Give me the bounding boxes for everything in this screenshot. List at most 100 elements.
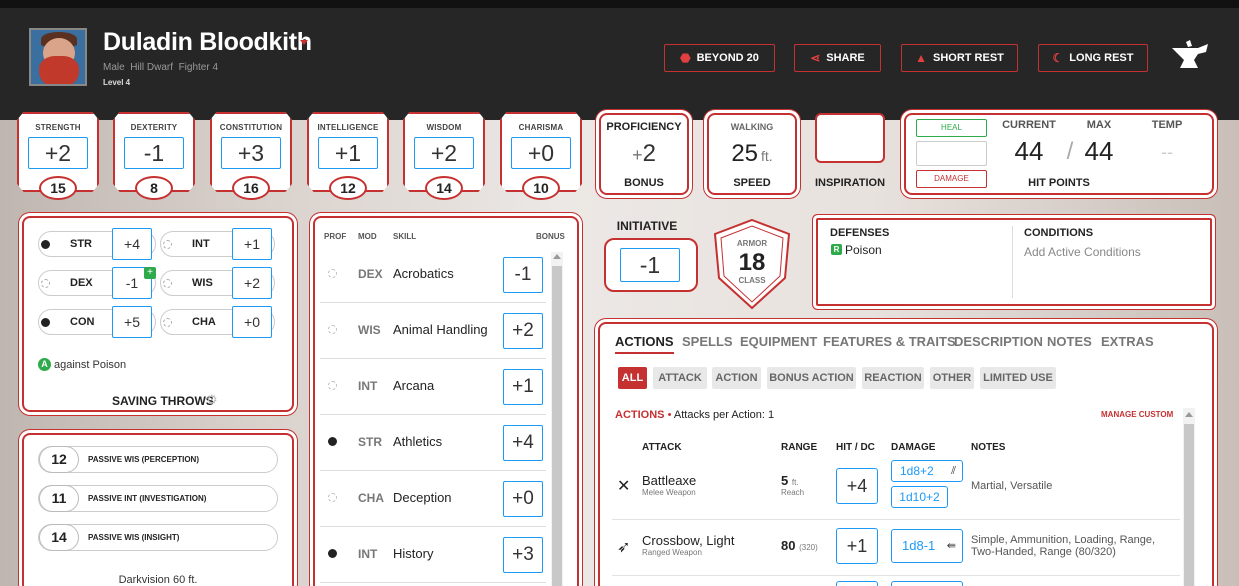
save-name: CON <box>70 316 95 328</box>
ability-wisdom[interactable]: WISDOM +2 14 <box>403 112 485 200</box>
skill-row[interactable]: DEX Acrobatics -1 <box>320 247 546 303</box>
skill-row[interactable]: CHA Deception +0 <box>320 471 546 527</box>
conditions-placeholder[interactable]: Add Active Conditions <box>1024 245 1141 259</box>
avatar-beard <box>39 56 79 84</box>
advantage-plus-icon: + <box>144 267 156 279</box>
tab-description[interactable]: DESCRIPTION <box>954 334 1043 349</box>
attack-range: 5 ft. <box>781 473 799 488</box>
tab-features-traits[interactable]: FEATURES & TRAITS <box>823 334 956 349</box>
hp-max-label: MAX <box>1086 119 1112 131</box>
ability-modifier[interactable]: -1 <box>124 137 184 169</box>
attack-range-sub: Reach <box>781 488 805 497</box>
skills-header-prof: PROF <box>324 232 347 241</box>
inspiration-label: INSPIRATION <box>814 177 886 189</box>
filter-action[interactable]: ACTION <box>712 367 761 389</box>
tab-equipment[interactable]: EQUIPMENT <box>740 334 817 349</box>
attack-type: Melee Weapon <box>642 488 696 497</box>
skill-bonus[interactable]: +0 <box>503 481 543 517</box>
hp-current-value[interactable]: 44 <box>1000 136 1058 167</box>
ability-modifier[interactable]: +0 <box>511 137 571 169</box>
attack-damage-button[interactable]: 1d8+2 ⫽ <box>891 460 963 482</box>
ability-strength[interactable]: STRENGTH +2 15 <box>17 112 99 200</box>
heal-button[interactable]: HEAL <box>916 119 987 137</box>
tab-notes[interactable]: NOTES <box>1047 334 1092 349</box>
tab-spells[interactable]: SPELLS <box>682 334 733 349</box>
skill-bonus[interactable]: +3 <box>503 537 543 573</box>
long-rest-button[interactable]: ☾ LONG REST <box>1038 44 1148 72</box>
ability-modifier[interactable]: +2 <box>28 137 88 169</box>
hp-change-input[interactable] <box>916 141 987 166</box>
skill-ability: STR <box>358 435 382 449</box>
skill-row[interactable]: WIS Animal Handling +2 <box>320 303 546 359</box>
ability-modifier[interactable]: +2 <box>414 137 474 169</box>
initiative-value[interactable]: -1 <box>620 248 680 282</box>
anvil-icon[interactable] <box>1170 40 1210 74</box>
attack-hit-button[interactable]: +1 <box>836 528 878 564</box>
piercing-icon: ⇚ <box>946 540 956 552</box>
hp-max-value: 44 <box>1084 136 1114 166</box>
save-value[interactable]: +5 <box>112 306 152 338</box>
avatar[interactable] <box>29 28 87 86</box>
skill-bonus[interactable]: +1 <box>503 369 543 405</box>
skill-ability: INT <box>358 547 378 561</box>
attack-damage-button[interactable]: 1d8-1 ⇚ <box>891 529 963 563</box>
ability-intelligence[interactable]: INTELLIGENCE +1 12 <box>307 112 389 200</box>
skill-row[interactable]: INT Arcana +1 <box>320 359 546 415</box>
beyond20-button[interactable]: ⬣ BEYOND 20 <box>664 44 775 72</box>
share-button[interactable]: ⋖ SHARE <box>794 44 881 72</box>
ability-modifier[interactable]: +3 <box>221 137 281 169</box>
ability-dexterity[interactable]: DEXTERITY -1 8 <box>113 112 195 200</box>
filter-all[interactable]: ALL <box>618 367 647 389</box>
skill-ability: WIS <box>358 323 381 337</box>
melee-weapon-icon: ✕ <box>617 478 631 495</box>
actions-scrollbar-thumb[interactable] <box>1184 424 1194 586</box>
skill-row[interactable]: STR Athletics +4 <box>320 415 546 471</box>
filter-limited-use[interactable]: LIMITED USE <box>980 367 1056 389</box>
skill-bonus[interactable]: -1 <box>503 257 543 293</box>
attack-damage-versatile-button[interactable]: 1d10+2 <box>891 486 948 508</box>
conditions-title[interactable]: CONDITIONS <box>1024 227 1093 239</box>
save-value[interactable]: +4 <box>112 228 152 260</box>
passive-label: PASSIVE WIS (PERCEPTION) <box>88 455 199 464</box>
attack-name[interactable]: Crossbow, Light <box>642 533 735 548</box>
ability-charisma[interactable]: CHARISMA +0 10 <box>500 112 582 200</box>
skills-scrollbar[interactable] <box>551 252 563 586</box>
skill-row[interactable]: INT History +3 <box>320 527 546 583</box>
inspiration-toggle[interactable] <box>815 113 885 163</box>
passive-value: 12 <box>39 446 79 473</box>
filter-other[interactable]: OTHER <box>930 367 974 389</box>
attack-damage-button-partial[interactable] <box>891 581 963 586</box>
filter-bonus-action[interactable]: BONUS ACTION <box>767 367 856 389</box>
save-value[interactable]: +1 <box>232 228 272 260</box>
ability-label: INTELLIGENCE <box>317 123 379 132</box>
short-rest-button[interactable]: ▲ SHORT REST <box>901 44 1018 72</box>
col-damage: DAMAGE <box>891 442 936 453</box>
filter-attack[interactable]: ATTACK <box>653 367 707 389</box>
gear-icon[interactable]: ⚙ <box>206 392 218 408</box>
hp-temp-value[interactable]: -- <box>1138 142 1196 163</box>
save-value[interactable]: +0 <box>232 306 272 338</box>
defenses-title[interactable]: DEFENSES <box>830 227 889 239</box>
skills-scrollbar-thumb[interactable] <box>552 266 562 586</box>
scroll-up-icon[interactable] <box>1185 412 1193 417</box>
ability-constitution[interactable]: CONSTITUTION +3 16 <box>210 112 292 200</box>
actions-scrollbar[interactable] <box>1183 408 1195 586</box>
attack-hit-button[interactable]: +4 <box>836 468 878 504</box>
filter-reaction[interactable]: REACTION <box>862 367 924 389</box>
passive-value: 14 <box>39 524 79 551</box>
save-value[interactable]: +2 <box>232 267 272 299</box>
attack-hit-button-partial[interactable] <box>836 581 878 586</box>
skill-bonus[interactable]: +2 <box>503 313 543 349</box>
save-name: CHA <box>192 316 216 328</box>
attack-name[interactable]: Battleaxe <box>642 473 696 488</box>
scroll-up-icon[interactable] <box>553 254 561 259</box>
manage-custom-link[interactable]: MANAGE CUSTOM <box>1101 410 1173 419</box>
tab-actions[interactable]: ACTIONS <box>615 334 674 354</box>
name-dropdown-icon[interactable] <box>300 40 308 45</box>
tab-extras[interactable]: EXTRAS <box>1101 334 1154 349</box>
ability-modifier[interactable]: +1 <box>318 137 378 169</box>
skill-bonus[interactable]: +4 <box>503 425 543 461</box>
proficiency-dot <box>163 318 172 327</box>
damage-button[interactable]: DAMAGE <box>916 170 987 188</box>
character-name[interactable]: Duladin Bloodkith <box>103 28 312 57</box>
